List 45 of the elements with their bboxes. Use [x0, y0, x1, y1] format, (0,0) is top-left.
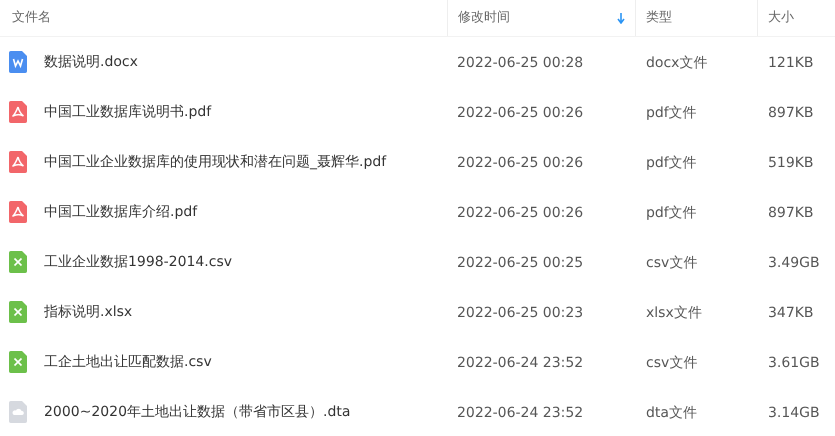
file-size: 347KB: [768, 305, 814, 321]
file-name[interactable]: 中国工业数据库介绍.pdf: [44, 202, 198, 222]
modified-time: 2022-06-25 00:23: [457, 305, 584, 321]
file-type: pdf文件: [646, 105, 697, 121]
file-name[interactable]: 工业企业数据1998-2014.csv: [44, 252, 232, 272]
column-header[interactable]: 修改时间: [458, 8, 510, 28]
file-size: 3.49GB: [768, 255, 820, 271]
file-type: csv文件: [646, 355, 698, 371]
file-type: pdf文件: [646, 155, 697, 171]
spreadsheet-icon: [9, 301, 27, 323]
word-document-icon: [9, 51, 27, 73]
file-size: 897KB: [768, 205, 814, 221]
spreadsheet-icon: [9, 351, 27, 373]
file-size: 519KB: [768, 155, 814, 171]
file-name[interactable]: 数据说明.docx: [44, 52, 138, 72]
column-header[interactable]: 大小: [768, 8, 794, 28]
file-name[interactable]: 2000~2020年土地出让数据（带省市区县）.dta: [44, 402, 350, 422]
file-type: docx文件: [646, 55, 708, 71]
pdf-document-icon: [9, 201, 27, 223]
modified-time: 2022-06-25 00:28: [457, 55, 584, 71]
modified-time: 2022-06-24 23:52: [457, 355, 584, 371]
file-size: 3.14GB: [768, 405, 820, 421]
cloud-file-icon: [9, 401, 27, 423]
modified-time: 2022-06-24 23:52: [457, 405, 584, 421]
modified-time: 2022-06-25 00:26: [457, 205, 584, 221]
modified-time: 2022-06-25 00:25: [457, 255, 584, 271]
spreadsheet-icon: [9, 251, 27, 273]
modified-time: 2022-06-25 00:26: [457, 155, 584, 171]
pdf-document-icon: [9, 151, 27, 173]
column-header[interactable]: 文件名: [12, 8, 51, 28]
file-type: dta文件: [646, 405, 697, 421]
column-header[interactable]: 类型: [646, 8, 672, 28]
file-type: pdf文件: [646, 205, 697, 221]
file-size: 121KB: [768, 55, 814, 71]
file-name[interactable]: 中国工业企业数据库的使用现状和潜在问题_聂辉华.pdf: [44, 152, 386, 172]
file-name[interactable]: 中国工业数据库说明书.pdf: [44, 102, 212, 122]
file-size: 3.61GB: [768, 355, 820, 371]
file-type: csv文件: [646, 255, 698, 271]
file-type: xlsx文件: [646, 305, 702, 321]
modified-time: 2022-06-25 00:26: [457, 105, 584, 121]
pdf-document-icon: [9, 101, 27, 123]
file-name[interactable]: 指标说明.xlsx: [44, 302, 132, 322]
sort-arrow-icon[interactable]: [617, 12, 625, 24]
file-name[interactable]: 工企土地出让匹配数据.csv: [44, 352, 212, 372]
file-size: 897KB: [768, 105, 814, 121]
